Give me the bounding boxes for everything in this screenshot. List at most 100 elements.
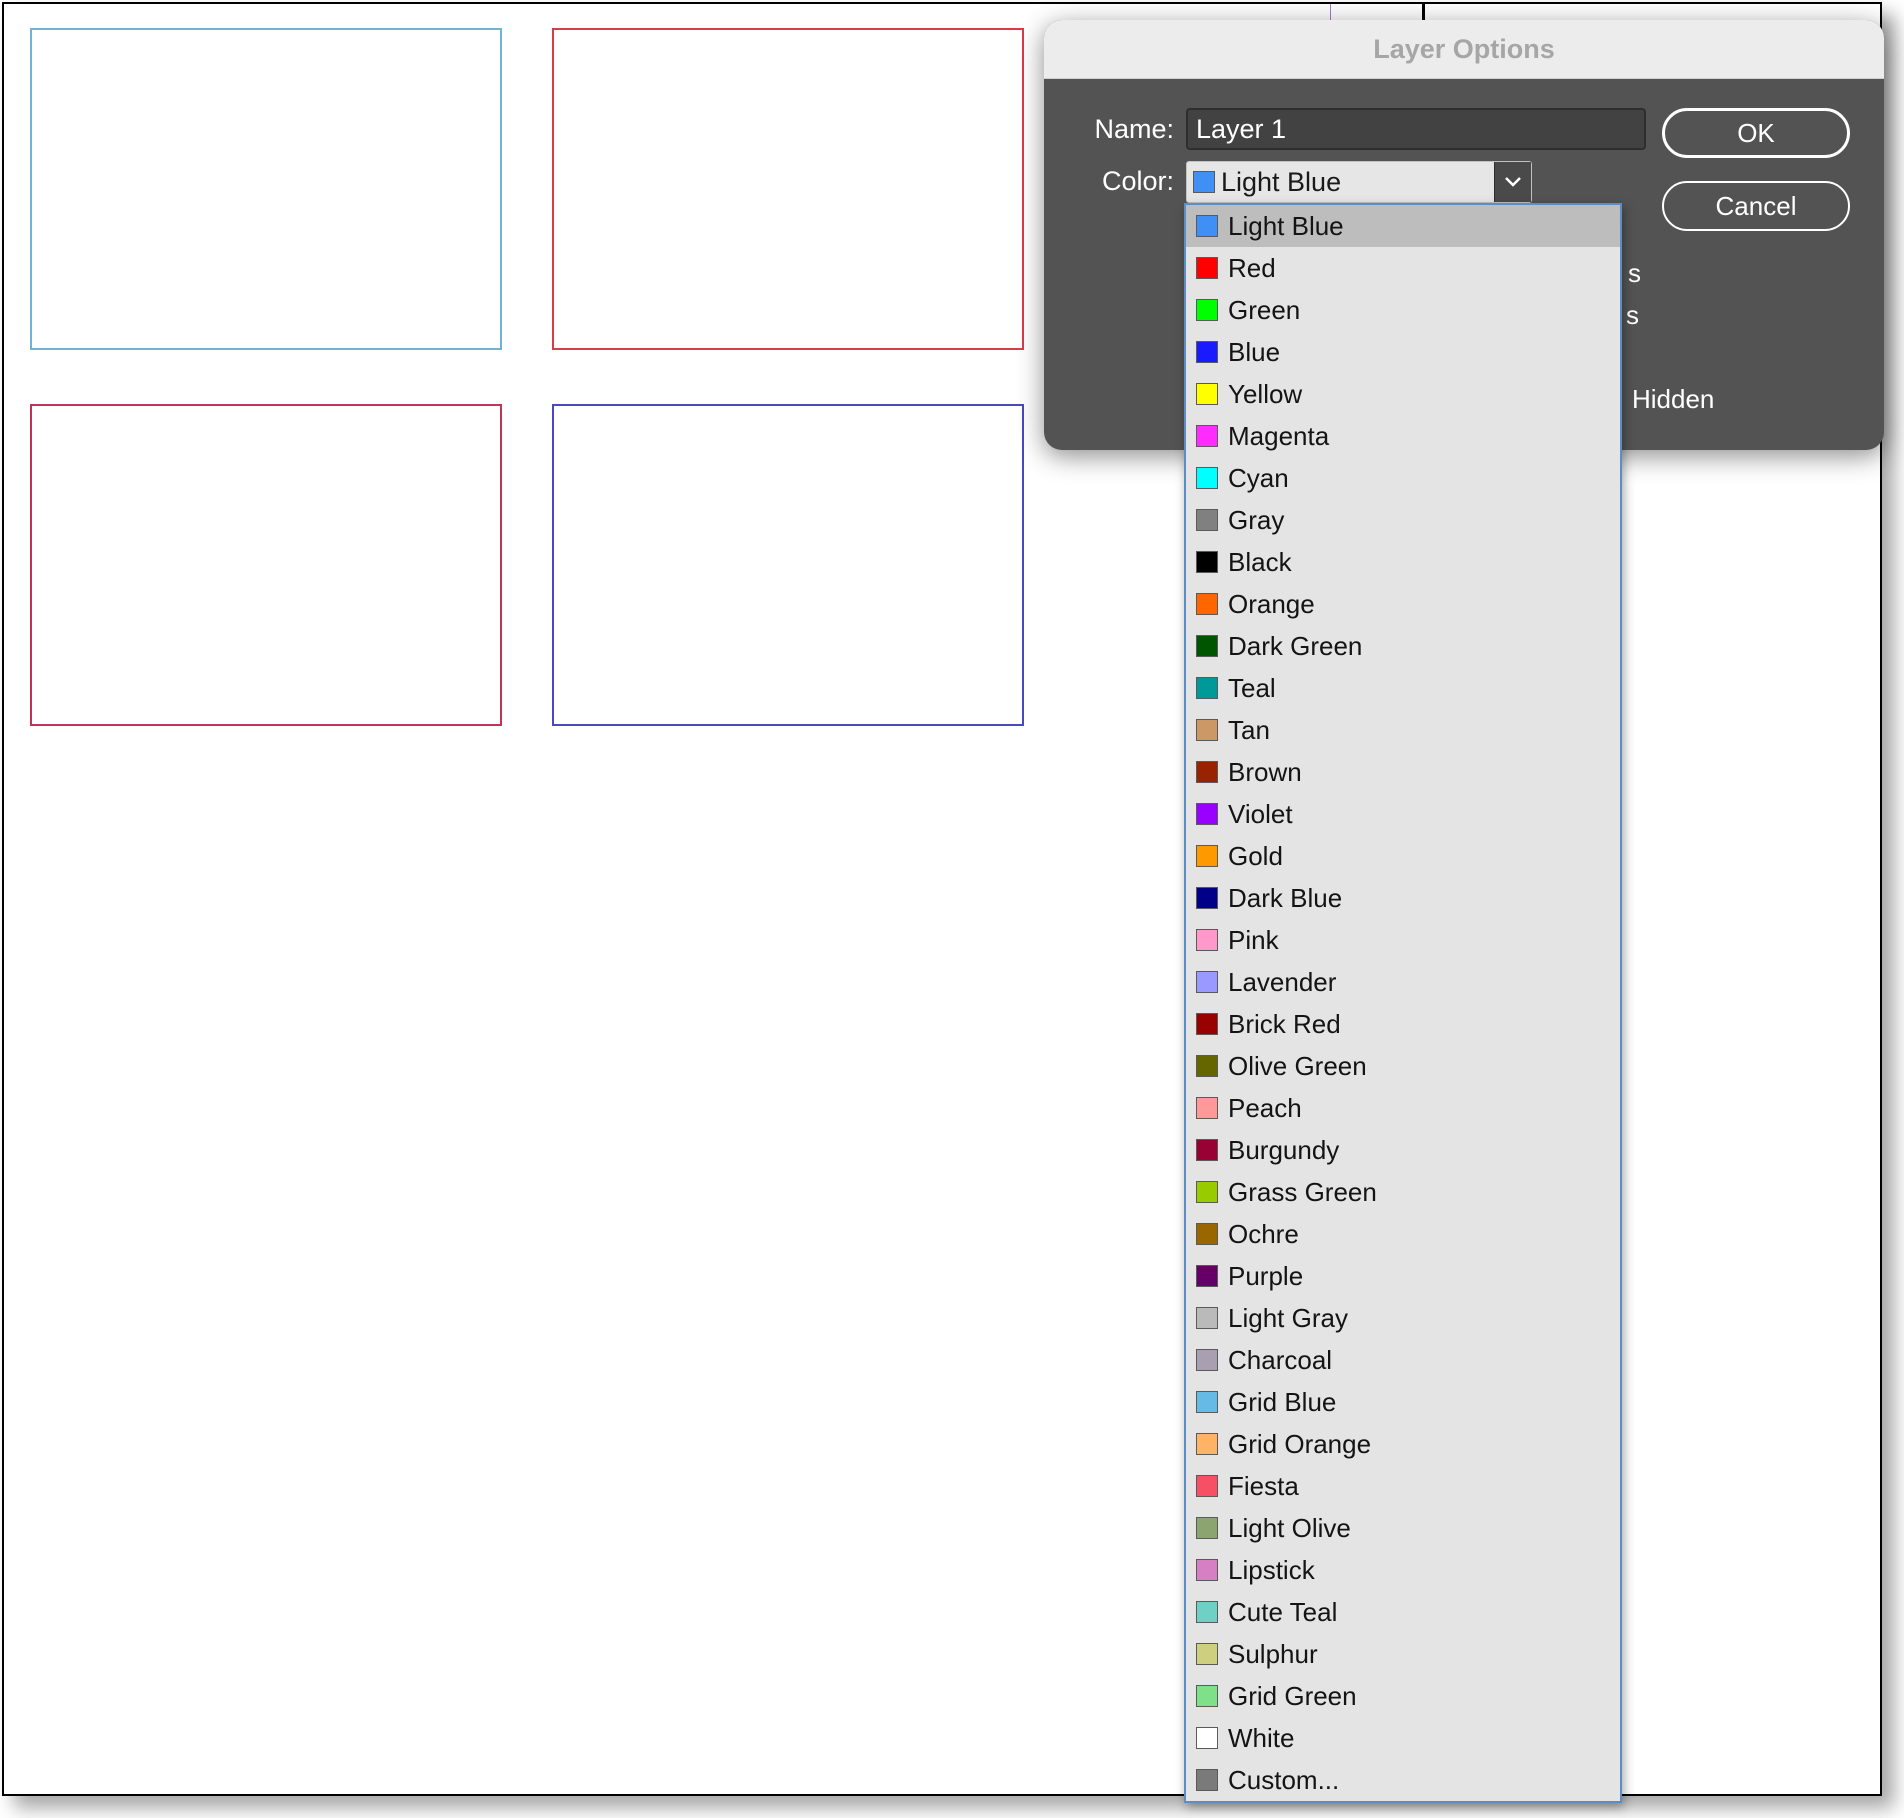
color-option-label: Black (1228, 546, 1292, 577)
dialog-titlebar[interactable]: Layer Options (1044, 20, 1884, 79)
color-option-label: Light Blue (1228, 210, 1344, 241)
color-option-label: Dark Green (1228, 630, 1363, 661)
color-option-label: Fiesta (1228, 1470, 1299, 1501)
color-option[interactable]: Olive Green (1186, 1045, 1620, 1087)
color-swatch-icon (1196, 1727, 1218, 1749)
frame-light-blue[interactable] (30, 28, 502, 350)
color-option-label: Peach (1228, 1092, 1302, 1123)
color-option-label: Magenta (1228, 420, 1330, 451)
color-option[interactable]: Green (1186, 289, 1620, 331)
color-swatch-icon (1196, 1559, 1218, 1581)
color-option-label: Grid Blue (1228, 1386, 1337, 1417)
color-option[interactable]: Ochre (1186, 1213, 1620, 1255)
chevron-down-icon[interactable] (1494, 162, 1531, 202)
color-option-label: Custom... (1228, 1764, 1340, 1795)
color-dropdown-list[interactable]: Light Blue Red Green Blue Yellow Magenta Cyan G… (1184, 203, 1622, 1803)
color-option[interactable]: Dark Green (1186, 625, 1620, 667)
partial-text-2: s (1626, 300, 1639, 330)
color-option[interactable]: Pink (1186, 919, 1620, 961)
color-swatch-icon (1196, 1433, 1218, 1455)
color-option-label: Lavender (1228, 966, 1337, 997)
color-option-label: Brown (1228, 756, 1302, 787)
color-swatch-icon (1193, 171, 1215, 193)
color-option[interactable]: Black (1186, 541, 1620, 583)
color-option[interactable]: Yellow (1186, 373, 1620, 415)
color-swatch-icon (1196, 551, 1218, 573)
color-option[interactable]: Cute Teal (1186, 1591, 1620, 1633)
color-option[interactable]: Peach (1186, 1087, 1620, 1129)
color-option-label: Cute Teal (1228, 1596, 1338, 1627)
color-label: Color: (1101, 166, 1174, 196)
color-option[interactable]: Custom... (1186, 1759, 1620, 1801)
color-swatch-icon (1196, 341, 1218, 363)
color-swatch-icon (1196, 467, 1218, 489)
color-option[interactable]: Dark Blue (1186, 877, 1620, 919)
color-option[interactable]: Gold (1186, 835, 1620, 877)
color-option[interactable]: Lavender (1186, 961, 1620, 1003)
cancel-button[interactable]: Cancel (1662, 181, 1850, 231)
frame-red[interactable] (552, 28, 1024, 350)
color-option-label: Grid Green (1228, 1680, 1357, 1711)
color-swatch-icon (1196, 1307, 1218, 1329)
color-option[interactable]: Grid Orange (1186, 1423, 1620, 1465)
color-swatch-icon (1196, 257, 1218, 279)
color-option-label: Cyan (1228, 462, 1289, 493)
color-option[interactable]: Orange (1186, 583, 1620, 625)
frame-purple-blue[interactable] (552, 404, 1024, 726)
color-option-label: Violet (1228, 798, 1293, 829)
name-input[interactable] (1186, 108, 1646, 150)
color-option[interactable]: Lipstick (1186, 1549, 1620, 1591)
color-option[interactable]: Blue (1186, 331, 1620, 373)
color-option-label: Yellow (1228, 378, 1303, 409)
color-option[interactable]: Gray (1186, 499, 1620, 541)
color-option[interactable]: Magenta (1186, 415, 1620, 457)
color-swatch-icon (1196, 635, 1218, 657)
color-swatch-icon (1196, 215, 1218, 237)
color-option-label: Teal (1228, 672, 1276, 703)
color-swatch-icon (1196, 845, 1218, 867)
ok-button[interactable]: OK (1662, 108, 1850, 158)
color-option[interactable]: Light Olive (1186, 1507, 1620, 1549)
color-option[interactable]: White (1186, 1717, 1620, 1759)
color-swatch-icon (1196, 1223, 1218, 1245)
color-option[interactable]: Teal (1186, 667, 1620, 709)
color-option[interactable]: Fiesta (1186, 1465, 1620, 1507)
color-option[interactable]: Red (1186, 247, 1620, 289)
color-swatch-icon (1196, 1475, 1218, 1497)
color-option[interactable]: Brown (1186, 751, 1620, 793)
color-option[interactable]: Light Gray (1186, 1297, 1620, 1339)
color-option[interactable]: Sulphur (1186, 1633, 1620, 1675)
color-option[interactable]: Grid Green (1186, 1675, 1620, 1717)
color-option[interactable]: Purple (1186, 1255, 1620, 1297)
color-option-label: White (1228, 1722, 1295, 1753)
color-option[interactable]: Brick Red (1186, 1003, 1620, 1045)
color-swatch-icon (1196, 383, 1218, 405)
color-option[interactable]: Cyan (1186, 457, 1620, 499)
color-option[interactable]: Light Blue (1186, 205, 1620, 247)
color-option[interactable]: Violet (1186, 793, 1620, 835)
color-option-label: Olive Green (1228, 1050, 1367, 1081)
color-swatch-icon (1196, 1643, 1218, 1665)
color-option[interactable]: Tan (1186, 709, 1620, 751)
color-option-label: Purple (1228, 1260, 1304, 1291)
color-swatch-icon (1196, 1013, 1218, 1035)
color-swatch-icon (1196, 1517, 1218, 1539)
color-swatch-icon (1196, 1601, 1218, 1623)
color-option[interactable]: Charcoal (1186, 1339, 1620, 1381)
color-option-label: Blue (1228, 336, 1281, 367)
hidden-label: Hidden (1632, 384, 1715, 414)
partial-text-1: s (1628, 258, 1641, 288)
color-option-label: Light Gray (1228, 1302, 1348, 1333)
color-option-label: Gold (1228, 840, 1283, 871)
color-option[interactable]: Burgundy (1186, 1129, 1620, 1171)
frame-crimson[interactable] (30, 404, 502, 726)
color-option[interactable]: Grid Blue (1186, 1381, 1620, 1423)
color-swatch-icon (1196, 1769, 1218, 1791)
color-swatch-icon (1196, 1349, 1218, 1371)
color-select[interactable]: Light Blue (1186, 161, 1532, 203)
color-swatch-icon (1196, 1265, 1218, 1287)
color-option[interactable]: Grass Green (1186, 1171, 1620, 1213)
color-swatch-icon (1196, 887, 1218, 909)
color-swatch-icon (1196, 1055, 1218, 1077)
color-option-label: Dark Blue (1228, 882, 1343, 913)
